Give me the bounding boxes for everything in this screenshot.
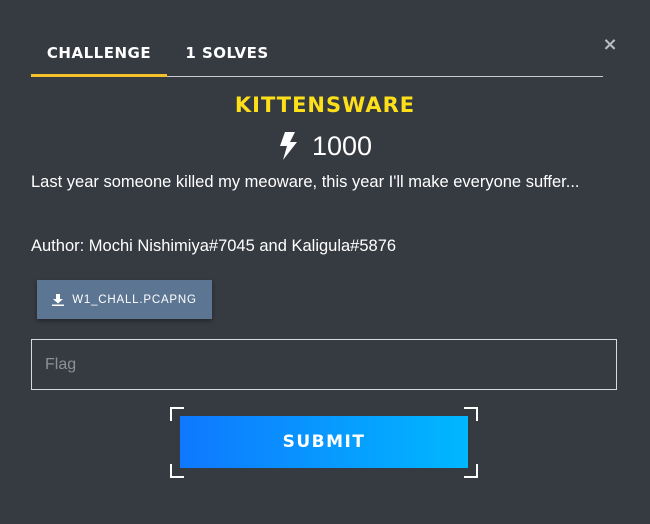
tab-challenge[interactable]: CHALLENGE <box>31 38 167 77</box>
challenge-points: 1000 <box>0 128 650 164</box>
tab-bar: CHALLENGE 1 SOLVES <box>31 38 603 77</box>
file-download-button[interactable]: W1_CHALL.PCAPNG <box>37 280 212 319</box>
submit-frame: SUBMIT <box>170 407 478 478</box>
flag-input[interactable] <box>31 339 617 390</box>
submit-button[interactable]: SUBMIT <box>180 416 468 468</box>
challenge-modal: × CHALLENGE 1 SOLVES KITTENSWARE 1000 La… <box>0 0 650 524</box>
file-download-label: W1_CHALL.PCAPNG <box>72 293 197 306</box>
points-value: 1000 <box>311 130 373 161</box>
challenge-author: Author: Mochi Nishimiya#7045 and Kaligul… <box>31 237 397 255</box>
close-icon: × <box>602 34 618 55</box>
lightning-bolt-icon <box>279 132 297 160</box>
challenge-title: KITTENSWARE <box>234 93 416 117</box>
tab-solves[interactable]: 1 SOLVES <box>179 38 275 74</box>
download-icon <box>52 293 65 306</box>
close-button[interactable]: × <box>601 36 619 54</box>
challenge-description: Last year someone killed my meoware, thi… <box>31 173 580 191</box>
